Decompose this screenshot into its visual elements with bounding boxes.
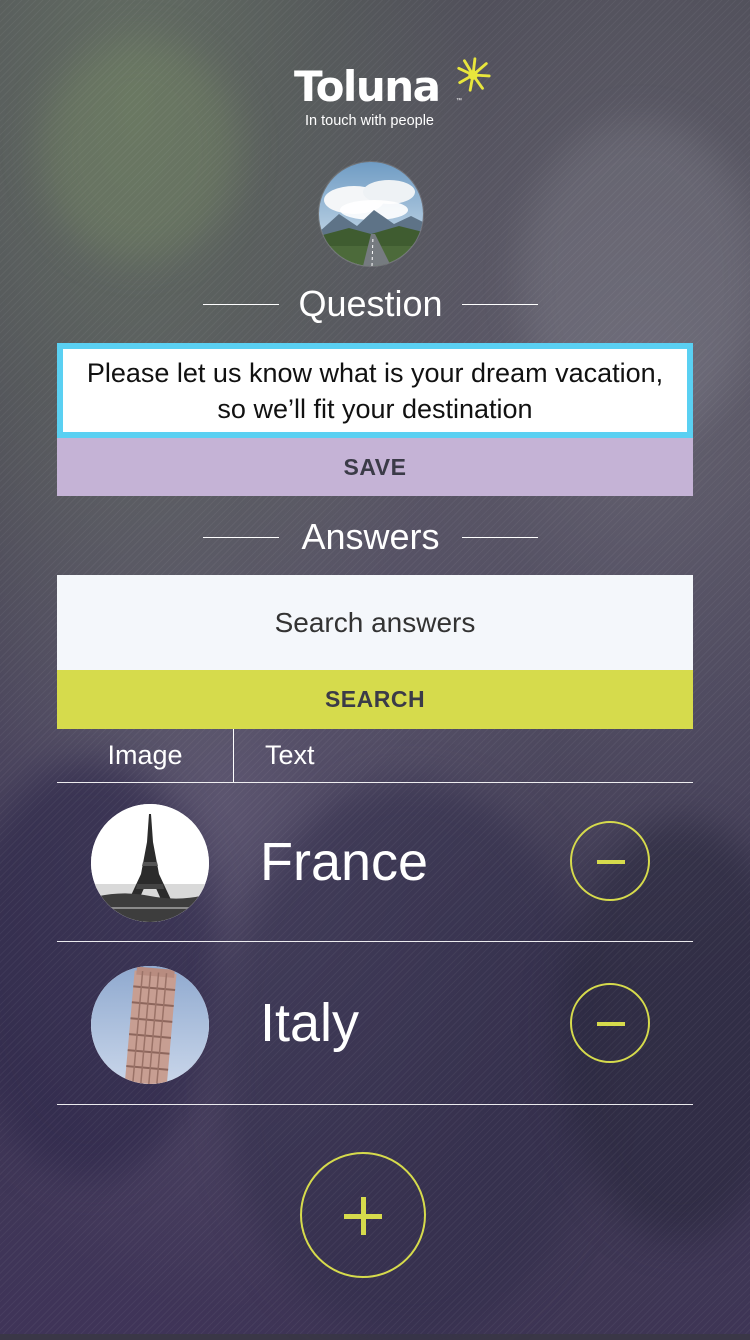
eiffel-tower-icon [91, 804, 209, 922]
answers-heading: Answers [203, 514, 538, 560]
remove-answer-france-button[interactable] [570, 821, 650, 901]
answer-row-italy: Italy [57, 942, 693, 1100]
divider [57, 1104, 693, 1105]
question-image[interactable] [319, 162, 423, 266]
search-button-label: SEARCH [324, 686, 426, 712]
question-text: Please let us know what is your dream va… [86, 357, 664, 424]
search-button[interactable]: SEARCH [57, 670, 693, 729]
heading-rule-right [462, 537, 538, 538]
minus-icon [597, 860, 625, 864]
minus-icon [597, 1022, 625, 1026]
logo-tagline: In touch with people [305, 113, 434, 129]
remove-answer-italy-button[interactable] [570, 983, 650, 1063]
logo-wordmark: Toluna [294, 62, 441, 111]
answer-row-france: France [57, 783, 693, 941]
answer-label-italy: Italy [260, 993, 360, 1053]
mountain-road-icon [319, 162, 423, 266]
toluna-logo: Toluna ™ In touch with people [294, 57, 494, 132]
heading-rule-right [462, 304, 538, 305]
tab-image[interactable]: Image [57, 729, 233, 782]
logo-star-icon [457, 57, 491, 92]
answer-image-france[interactable] [91, 804, 209, 922]
answer-label-france: France [260, 832, 429, 892]
tab-divider [233, 729, 234, 782]
question-heading: Question [203, 281, 538, 327]
question-text-field[interactable]: Please let us know what is your dream va… [57, 343, 693, 438]
logo-trademark: ™ [456, 98, 462, 104]
answer-image-italy[interactable] [91, 966, 209, 1084]
plus-icon-vertical [360, 1197, 366, 1235]
save-button-label: SAVE [343, 453, 407, 480]
add-answer-button[interactable] [300, 1152, 426, 1278]
tab-text[interactable]: Text [265, 729, 465, 782]
leaning-tower-icon [91, 966, 209, 1084]
search-answers-input[interactable] [57, 575, 693, 670]
save-button[interactable]: SAVE [57, 438, 693, 496]
